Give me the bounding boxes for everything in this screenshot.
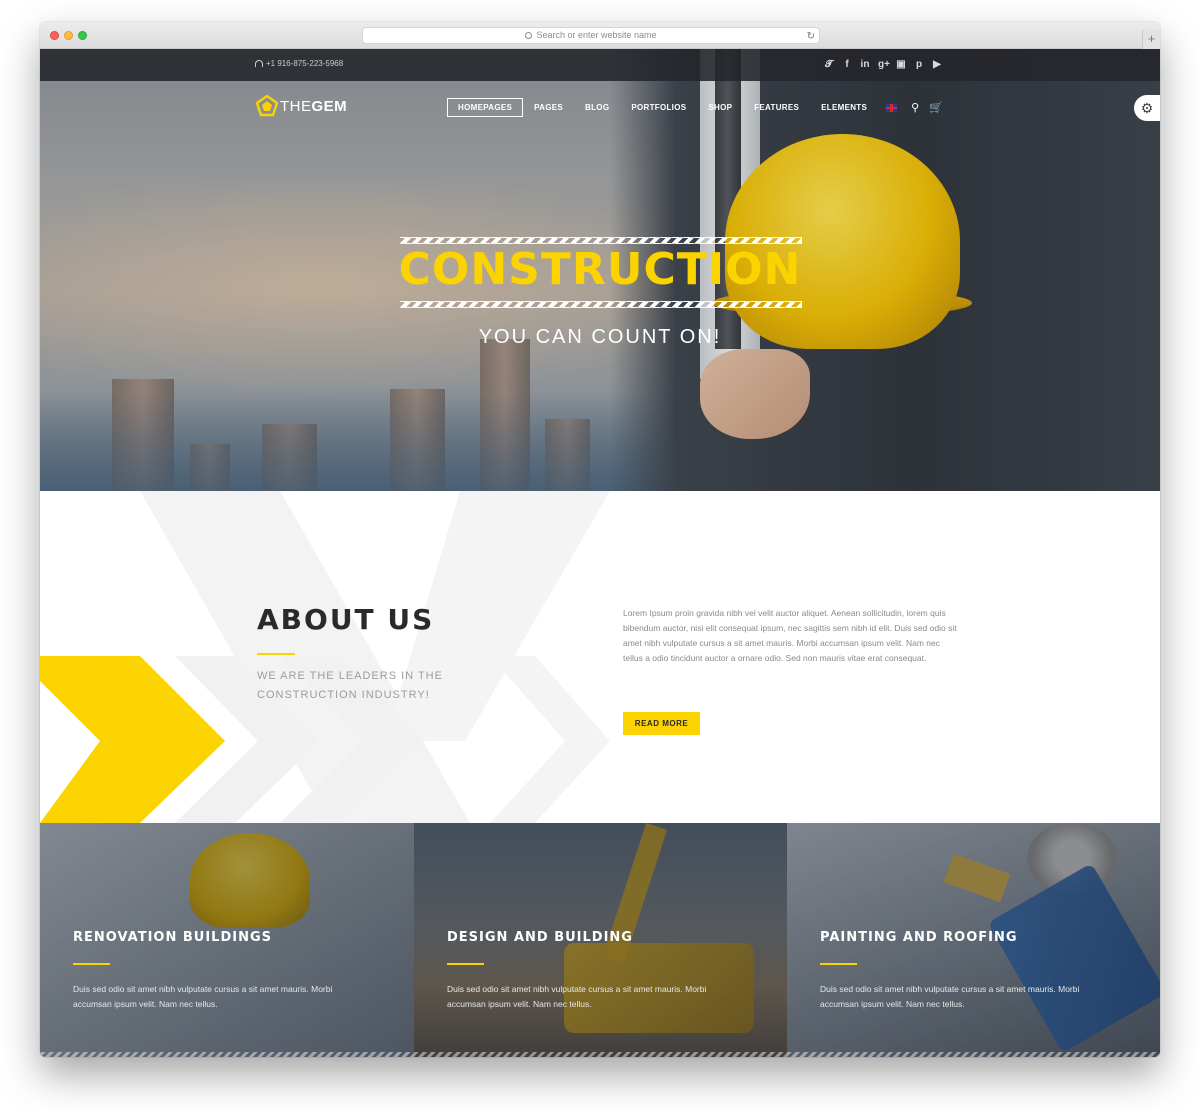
- pinterest-icon[interactable]: p: [914, 59, 924, 70]
- hazard-stripe-top: [400, 237, 802, 244]
- service-card-renovation[interactable]: RENOVATION BUILDINGS Duis sed odio sit a…: [40, 823, 414, 1057]
- browser-window: Search or enter website name ↻ + CONSTRU…: [40, 22, 1160, 1057]
- service-text: Duis sed odio sit amet nibh vulputate cu…: [820, 984, 1080, 1009]
- address-bar-placeholder: Search or enter website name: [536, 30, 657, 40]
- hero-subtitle: YOU CAN COUNT ON!: [478, 326, 722, 348]
- service-card-painting[interactable]: PAINTING AND ROOFING Duis sed odio sit a…: [787, 823, 1160, 1057]
- service-divider: [820, 963, 857, 965]
- new-tab-button[interactable]: +: [1142, 30, 1160, 49]
- nav-features[interactable]: FEATURES: [743, 98, 810, 117]
- logo-text: THEGEM: [280, 98, 347, 115]
- nav-pages[interactable]: PAGES: [523, 98, 574, 117]
- reload-icon[interactable]: ↻: [807, 29, 815, 44]
- close-window-button[interactable]: [50, 31, 59, 40]
- social-links: 𝓣 f in g+ ▣ p ▶: [824, 59, 942, 70]
- phone-number: +1 916-875-223-5968: [266, 59, 344, 68]
- search-icon[interactable]: ⚲: [911, 101, 919, 114]
- nav-homepages[interactable]: HOMEPAGES: [447, 98, 524, 117]
- service-text: Duis sed odio sit amet nibh vulputate cu…: [447, 984, 707, 1009]
- facebook-icon[interactable]: f: [842, 59, 852, 70]
- about-divider: [257, 653, 295, 655]
- services-section: RENOVATION BUILDINGS Duis sed odio sit a…: [40, 823, 1160, 1057]
- service-title: PAINTING AND ROOFING: [820, 930, 1018, 945]
- service-stripe: [40, 1052, 414, 1057]
- about-title: ABOUT US: [257, 603, 435, 636]
- logo-text-light: THE: [280, 97, 312, 115]
- hazard-stripe-bottom: [400, 301, 802, 308]
- service-title: DESIGN AND BUILDING: [447, 930, 633, 945]
- nav-portfolios[interactable]: PORTFOLIOS: [620, 98, 697, 117]
- gem-logo-icon: [256, 95, 278, 117]
- browser-chrome: Search or enter website name ↻ +: [40, 22, 1160, 49]
- logo-text-bold: GEM: [311, 97, 348, 115]
- top-bar: +1 916-875-223-5968 𝓣 f in g+ ▣ p ▶: [40, 49, 1160, 81]
- service-title: RENOVATION BUILDINGS: [73, 930, 272, 945]
- search-icon: [525, 32, 533, 39]
- read-more-button[interactable]: READ MORE: [623, 712, 700, 735]
- about-section: ABOUT US WE ARE THE LEADERS IN THE CONST…: [40, 491, 1160, 823]
- hero-title: CONSTRUCTION: [398, 244, 802, 295]
- main-nav: HOMEPAGES PAGES BLOG PORTFOLIOS SHOP FEA…: [447, 98, 943, 117]
- site-logo[interactable]: THEGEM: [256, 94, 347, 118]
- cart-icon[interactable]: 🛒: [929, 101, 943, 114]
- headset-icon: [255, 60, 263, 67]
- nav-elements[interactable]: ELEMENTS: [810, 98, 878, 117]
- instagram-icon[interactable]: ▣: [896, 59, 906, 70]
- linkedin-icon[interactable]: in: [860, 59, 870, 70]
- settings-gear-icon[interactable]: ⚙: [1134, 95, 1160, 121]
- maximize-window-button[interactable]: [78, 31, 87, 40]
- phone-contact[interactable]: +1 916-875-223-5968: [255, 59, 343, 68]
- service-divider: [447, 963, 484, 965]
- service-text: Duis sed odio sit amet nibh vulputate cu…: [73, 984, 333, 1009]
- nav-shop[interactable]: SHOP: [697, 98, 743, 117]
- about-subtitle: WE ARE THE LEADERS IN THE CONSTRUCTION I…: [257, 670, 443, 701]
- youtube-icon[interactable]: ▶: [932, 59, 942, 70]
- twitter-icon[interactable]: 𝓣: [824, 59, 834, 70]
- service-stripe: [787, 1052, 1160, 1057]
- language-flag-icon[interactable]: [886, 103, 898, 112]
- nav-blog[interactable]: BLOG: [574, 98, 620, 117]
- address-bar[interactable]: Search or enter website name ↻: [362, 27, 820, 44]
- minimize-window-button[interactable]: [64, 31, 73, 40]
- service-stripe: [414, 1052, 787, 1057]
- service-divider: [73, 963, 110, 965]
- service-card-design[interactable]: DESIGN AND BUILDING Duis sed odio sit am…: [414, 823, 787, 1057]
- chevron-pattern: [40, 491, 610, 823]
- about-text: Lorem Ipsum proin gravida nibh vel velit…: [623, 608, 957, 663]
- googleplus-icon[interactable]: g+: [878, 59, 890, 70]
